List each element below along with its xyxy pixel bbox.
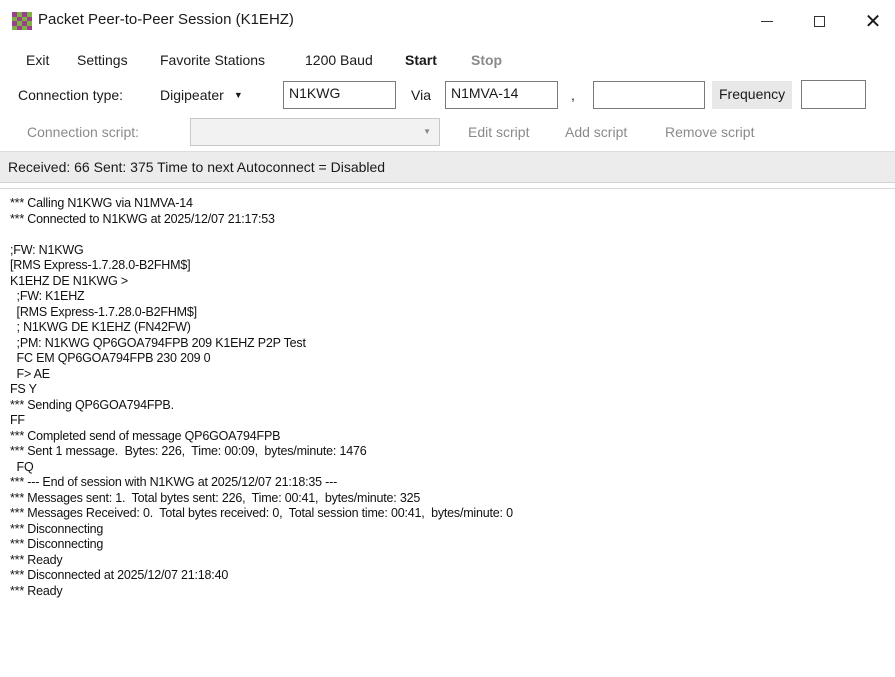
log-line: *** --- End of session with N1KWG at 202… [10, 475, 338, 489]
close-icon: ✕ [864, 9, 882, 33]
window-title: Packet Peer-to-Peer Session (K1EHZ) [38, 11, 294, 28]
log-line: ;PM: N1KWG QP6GOA794FPB 209 K1EHZ P2P Te… [10, 335, 306, 350]
edit-script-button[interactable]: Edit script [468, 124, 529, 140]
frequency-input[interactable] [801, 80, 866, 109]
chevron-down-icon: ▼ [233, 90, 243, 100]
log-line: *** Calling N1KWG via N1MVA-14 [10, 196, 193, 210]
log-line: *** Disconnecting [10, 521, 104, 536]
log-line: *** Ready [10, 583, 63, 598]
log-line: *** Disconnected at 2025/12/07 21:18:40 [10, 568, 229, 582]
log-line: *** Messages Received: 0. Total bytes re… [10, 506, 513, 520]
remove-script-button[interactable]: Remove script [665, 124, 754, 140]
log-line: *** Completed send of message QP6GOA794F… [10, 428, 281, 443]
minimize-icon [761, 20, 773, 22]
via-label: Via [411, 87, 431, 103]
log-line: *** Ready [10, 552, 63, 567]
close-button[interactable]: ✕ [850, 0, 895, 42]
chevron-down-icon: ▼ [423, 127, 431, 136]
log-line: ; N1KWG DE K1EHZ (FN42FW) [10, 320, 191, 334]
status-bar: Received: 66 Sent: 375 Time to next Auto… [0, 151, 895, 183]
connection-type-select[interactable]: Digipeater ▼ [160, 87, 243, 103]
menu-baud[interactable]: 1200 Baud [305, 52, 373, 68]
log-line: ;FW: N1KWG [10, 242, 84, 257]
maximize-icon [813, 15, 825, 27]
via-separator-comma: , [571, 87, 575, 103]
log-line: FC EM QP6GOA794FPB 230 209 0 [10, 351, 211, 365]
station-callsign-input[interactable]: N1KWG [283, 81, 396, 109]
log-line: FS Y [10, 382, 37, 396]
log-line: *** Sending QP6GOA794FPB. [10, 397, 174, 412]
log-line: *** Disconnecting [10, 537, 104, 551]
log-line: *** Messages sent: 1. Total bytes sent: … [10, 490, 421, 505]
minimize-button[interactable] [744, 0, 790, 42]
log-line: *** Sent 1 message. Bytes: 226, Time: 00… [10, 444, 367, 458]
connection-script-select[interactable]: ▼ [190, 118, 440, 146]
via2-callsign-input[interactable] [593, 81, 705, 109]
session-log[interactable]: *** Calling N1KWG via N1MVA-14 *** Connec… [0, 193, 895, 677]
log-line: FF [10, 413, 25, 427]
checkered-app-icon [12, 12, 32, 30]
maximize-button[interactable] [796, 0, 842, 42]
menu-bar: Exit Settings Favorite Stations 1200 Bau… [0, 48, 895, 74]
log-line: K1EHZ DE N1KWG > [10, 273, 129, 288]
title-bar: Packet Peer-to-Peer Session (K1EHZ) ✕ [0, 0, 895, 42]
add-script-button[interactable]: Add script [565, 124, 627, 140]
frequency-button[interactable]: Frequency [712, 81, 793, 109]
splitter[interactable] [0, 188, 895, 189]
menu-favorite-stations[interactable]: Favorite Stations [160, 52, 265, 68]
via-callsign-input[interactable]: N1MVA-14 [445, 81, 558, 109]
log-line: [RMS Express-1.7.28.0-B2FHM$] [10, 258, 191, 272]
connection-script-label: Connection script: [27, 124, 140, 140]
log-line: *** Connected to N1KWG at 2025/12/07 21:… [10, 211, 275, 226]
log-line: [RMS Express-1.7.28.0-B2FHM$] [10, 304, 198, 319]
log-line: F> AE [10, 366, 51, 381]
connection-type-label: Connection type: [18, 87, 124, 103]
stop-button[interactable]: Stop [471, 52, 502, 68]
start-button[interactable]: Start [405, 52, 437, 68]
menu-settings[interactable]: Settings [77, 52, 128, 68]
menu-exit[interactable]: Exit [26, 52, 49, 68]
log-line: FQ [10, 459, 34, 474]
connection-type-value: Digipeater [160, 87, 224, 103]
status-text: Received: 66 Sent: 375 Time to next Auto… [8, 159, 386, 175]
log-line: ;FW: K1EHZ [10, 289, 85, 303]
